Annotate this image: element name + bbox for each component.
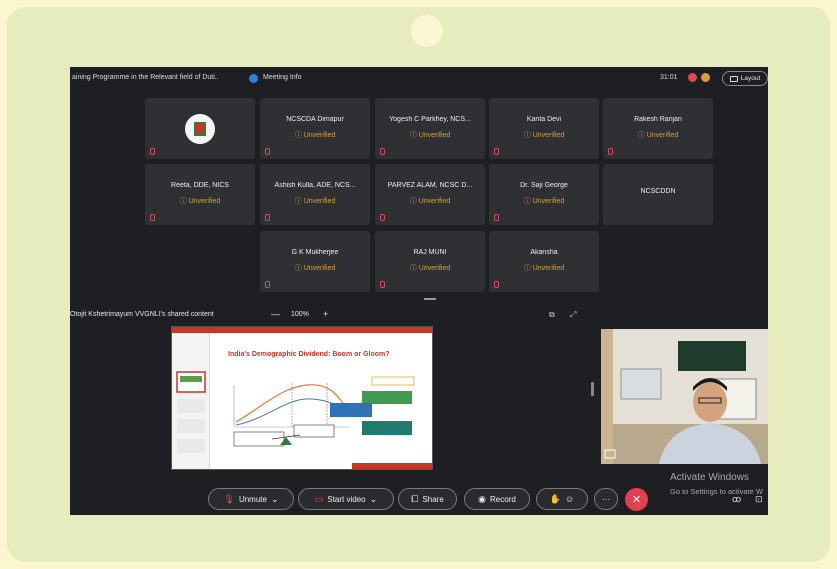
expand-icon[interactable]: ⤢: [570, 310, 576, 320]
zoom-in-button[interactable]: +: [323, 309, 328, 319]
mic-muted-icon: [265, 214, 270, 221]
chevron-down-icon[interactable]: ⌄: [271, 494, 279, 505]
org-logo-icon: [185, 114, 215, 144]
pop-out-icon[interactable]: ⧉: [549, 310, 555, 320]
record-label: Record: [490, 494, 516, 504]
meeting-controls: 🎙 Unmute ⌄ ▭ Start video ⌄ ⧠ Share ◉ Rec…: [70, 486, 768, 513]
close-icon: ✕: [631, 494, 642, 506]
participant-tile[interactable]: Akansha ⓘ Unverified: [489, 231, 599, 292]
participant-name: PARVEZ ALAM, NCSC D...: [387, 182, 473, 189]
participant-name: G K Mukherjee: [291, 249, 339, 256]
mic-muted-icon: [380, 148, 385, 155]
layout-button[interactable]: Layout: [722, 71, 768, 86]
mic-muted-icon: [150, 214, 155, 221]
meeting-info-link[interactable]: Meeting Info: [263, 74, 302, 81]
camera-dot: [411, 15, 443, 47]
participant-tile[interactable]: Yogesh C Parkhey, NCS... ⓘ Unverified: [375, 98, 485, 159]
zoom-out-button[interactable]: —: [271, 309, 280, 319]
raise-hand-icon[interactable]: ✋: [550, 494, 561, 505]
participant-status: ⓘ Unverified: [294, 265, 336, 272]
participant-tile[interactable]: NCSCDDN: [603, 164, 713, 225]
panel-divider[interactable]: [591, 382, 594, 396]
activate-windows-title: Activate Windows: [670, 472, 749, 483]
emoji-icon[interactable]: ☺: [565, 494, 574, 504]
mic-muted-icon: [494, 148, 499, 155]
participant-tile[interactable]: Kanta Devi ⓘ Unverified: [489, 98, 599, 159]
top-bar: aining Programme in the Relevant field o…: [70, 67, 768, 91]
mic-muted-icon: [265, 148, 270, 155]
start-video-label: Start video: [327, 494, 366, 504]
participant-status: ⓘ Unverified: [409, 265, 451, 272]
layout-label: Layout: [740, 75, 761, 82]
chevron-down-icon[interactable]: ⌄: [370, 494, 378, 505]
video-off-icon: ▭: [314, 493, 324, 504]
participant-status: ⓘ Unverified: [409, 132, 451, 139]
participant-tile[interactable]: G K Mukherjee ⓘ Unverified: [260, 231, 370, 292]
share-button[interactable]: ⧠ Share: [398, 488, 457, 510]
shared-slide: India's Demographic Dividend: Boom or Gl…: [171, 326, 433, 470]
more-options-button[interactable]: ···: [594, 488, 618, 510]
mic-muted-icon: [150, 148, 155, 155]
mic-muted-icon: [608, 148, 613, 155]
share-screen-icon: ⧠: [411, 493, 419, 504]
meeting-info-icon[interactable]: [249, 74, 258, 83]
zoom-level: 100%: [291, 311, 309, 318]
meeting-title: aining Programme in the Relevant field o…: [72, 74, 219, 81]
mic-muted-icon: [494, 214, 499, 221]
participant-name: Reeta, DDE, NICS: [171, 182, 229, 189]
mic-muted-icon: [265, 281, 270, 288]
participant-tile[interactable]: Rakesh Ranjan ⓘ Unverified: [603, 98, 713, 159]
end-call-button[interactable]: ✕: [625, 488, 648, 511]
participant-status: ⓘ Unverified: [637, 132, 679, 139]
chat-icon[interactable]: ⊡: [755, 494, 763, 505]
record-icon: ◉: [478, 493, 487, 504]
participant-name: Ashish Kulla, ADE, NCS...: [274, 182, 356, 189]
shared-content-label: Otojit Kshetrimayum VVGNLI's shared cont…: [70, 311, 214, 318]
record-button[interactable]: ◉ Record: [464, 488, 530, 510]
mic-muted-icon: [494, 281, 499, 288]
participant-name: NCSCDA Dimapur: [286, 116, 344, 123]
reactions-button[interactable]: ✋ ☺: [536, 488, 588, 510]
slide-graphic: [172, 327, 432, 469]
participant-tile[interactable]: PARVEZ ALAM, NCSC D... ⓘ Unverified: [375, 164, 485, 225]
recording-status-icon: [688, 73, 697, 82]
participants-icon[interactable]: ꝏ: [732, 494, 741, 505]
speaker-video-frame: [601, 329, 768, 464]
participant-tile[interactable]: Reeta, DDE, NICS ⓘ Unverified: [145, 164, 255, 225]
participant-name: Dr. Saji George: [520, 182, 568, 189]
participant-status: ⓘ Unverified: [409, 198, 451, 205]
more-options-label: ···: [602, 494, 610, 504]
meeting-timer: 31:01: [660, 74, 678, 81]
participant-status: ⓘ Unverified: [294, 198, 336, 205]
network-status-icon: [701, 73, 710, 82]
resize-handle[interactable]: [424, 298, 436, 300]
participant-status: ⓘ Unverified: [523, 132, 565, 139]
participant-tile[interactable]: RAJ MUNI ⓘ Unverified: [375, 231, 485, 292]
meeting-window: aining Programme in the Relevant field o…: [70, 67, 768, 515]
participant-name: RAJ MUNI: [413, 249, 447, 256]
participant-name: Yogesh C Parkhey, NCS...: [389, 116, 471, 123]
start-video-button[interactable]: ▭ Start video ⌄: [298, 488, 394, 510]
participant-status: ⓘ Unverified: [179, 198, 221, 205]
layout-icon: [729, 75, 738, 82]
participant-status: ⓘ Unverified: [294, 132, 336, 139]
mic-muted-icon: [380, 281, 385, 288]
participant-name: NCSCDDN: [640, 188, 676, 195]
participant-name: Akansha: [530, 249, 558, 256]
participant-tile[interactable]: NCSCDA Dimapur ⓘ Unverified: [260, 98, 370, 159]
participant-tile[interactable]: Dr. Saji George ⓘ Unverified: [489, 164, 599, 225]
mic-muted-icon: 🎙: [223, 493, 235, 504]
unmute-button[interactable]: 🎙 Unmute ⌄: [208, 488, 294, 510]
mic-muted-icon: [380, 214, 385, 221]
share-label: Share: [422, 494, 444, 504]
unmute-label: Unmute: [238, 494, 267, 504]
participant-name: Kanta Devi: [526, 116, 562, 123]
slide-title: India's Demographic Dividend: Boom or Gl…: [228, 351, 390, 358]
participant-name: Rakesh Ranjan: [634, 116, 682, 123]
participant-tile[interactable]: Ashish Kulla, ADE, NCS... ⓘ Unverified: [260, 164, 370, 225]
participant-status: ⓘ Unverified: [523, 265, 565, 272]
participant-tile[interactable]: [145, 98, 255, 159]
speaker-video[interactable]: [601, 329, 768, 464]
participant-status: ⓘ Unverified: [523, 198, 565, 205]
